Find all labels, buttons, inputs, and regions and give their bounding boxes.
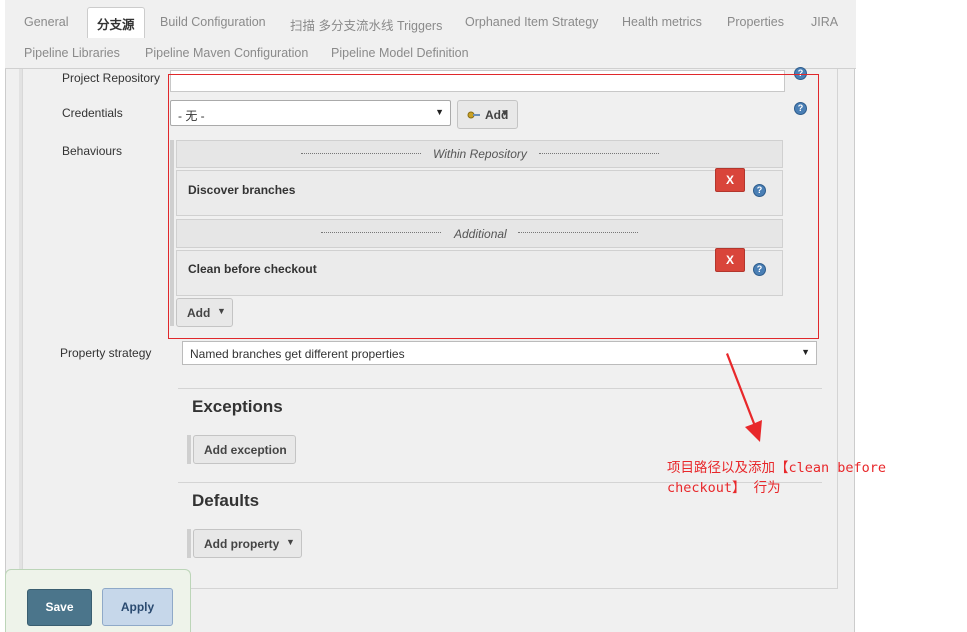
behaviours-side-mark [170,140,174,326]
credentials-select[interactable]: - 无 - ▼ [170,100,451,126]
tab-build-configuration[interactable]: Build Configuration [160,15,266,29]
help-icon[interactable]: ? [753,263,766,276]
tab-pipeline-model-definition[interactable]: Pipeline Model Definition [331,46,469,60]
discover-branches-label: Discover branches [188,183,296,197]
exceptions-title: Exceptions [192,397,283,416]
property-strategy-value: Named branches get different properties [190,347,405,361]
tab-pipeline-maven-configuration[interactable]: Pipeline Maven Configuration [145,46,308,60]
add-behaviour-label: Add [187,306,211,320]
help-icon[interactable]: ? [794,102,807,115]
help-icon[interactable]: ? [753,184,766,197]
remove-clean-before-checkout-button[interactable]: X [715,248,745,272]
property-strategy-label: Property strategy [60,346,152,360]
key-icon [467,111,480,119]
caret-down-icon: ▼ [217,306,226,316]
remove-discover-branches-button[interactable]: X [715,168,745,192]
apply-button[interactable]: Apply [102,588,173,626]
credentials-value: - 无 - [178,109,205,123]
annotation-text: 项目路径以及添加【clean before checkout】 行为 [667,460,887,496]
clean-before-checkout-label: Clean before checkout [188,262,317,276]
save-button[interactable]: Save [27,589,92,626]
divider [321,232,441,233]
help-icon[interactable]: ? [794,67,807,80]
caret-down-icon: ▼ [435,107,444,117]
add-exception-label: Add exception [204,443,287,457]
panel-left-bar [19,69,23,589]
add-credentials-button[interactable]: Add ▾ [457,100,518,129]
tab-properties[interactable]: Properties [727,15,784,29]
defaults-side-mark [187,529,191,558]
exceptions-side-mark [187,435,191,464]
project-repository-input[interactable] [170,70,785,92]
tab-bar: General 分支源 Build Configuration 扫描 多分支流水… [5,0,856,69]
add-property-label: Add property [204,537,280,551]
within-repository-title: Within Repository [433,147,527,161]
tab-health-metrics[interactable]: Health metrics [622,15,702,29]
tab-branch-sources[interactable]: 分支源 [87,7,145,38]
tab-general[interactable]: General [24,15,68,29]
tab-orphaned-item-strategy[interactable]: Orphaned Item Strategy [465,15,598,29]
add-property-button[interactable]: Add property ▼ [193,529,302,558]
behaviours-label: Behaviours [62,144,123,158]
divider [301,153,421,154]
project-repository-label: Project Repository [62,71,161,85]
divider [518,232,638,233]
arrow-icon [726,353,762,442]
caret-down-icon: ▾ [502,107,508,119]
tab-scan-triggers[interactable]: 扫描 多分支流水线 Triggers [290,15,442,34]
caret-down-icon: ▼ [286,537,295,547]
caret-down-icon: ▼ [801,347,810,357]
tab-jira[interactable]: JIRA [811,15,838,29]
tab-pipeline-libraries[interactable]: Pipeline Libraries [24,46,120,60]
divider [539,153,659,154]
add-exception-button[interactable]: Add exception [193,435,296,464]
credentials-label: Credentials [62,106,123,120]
additional-title: Additional [454,227,507,241]
add-behaviour-button[interactable]: Add ▼ [176,298,233,327]
defaults-title: Defaults [192,491,260,510]
